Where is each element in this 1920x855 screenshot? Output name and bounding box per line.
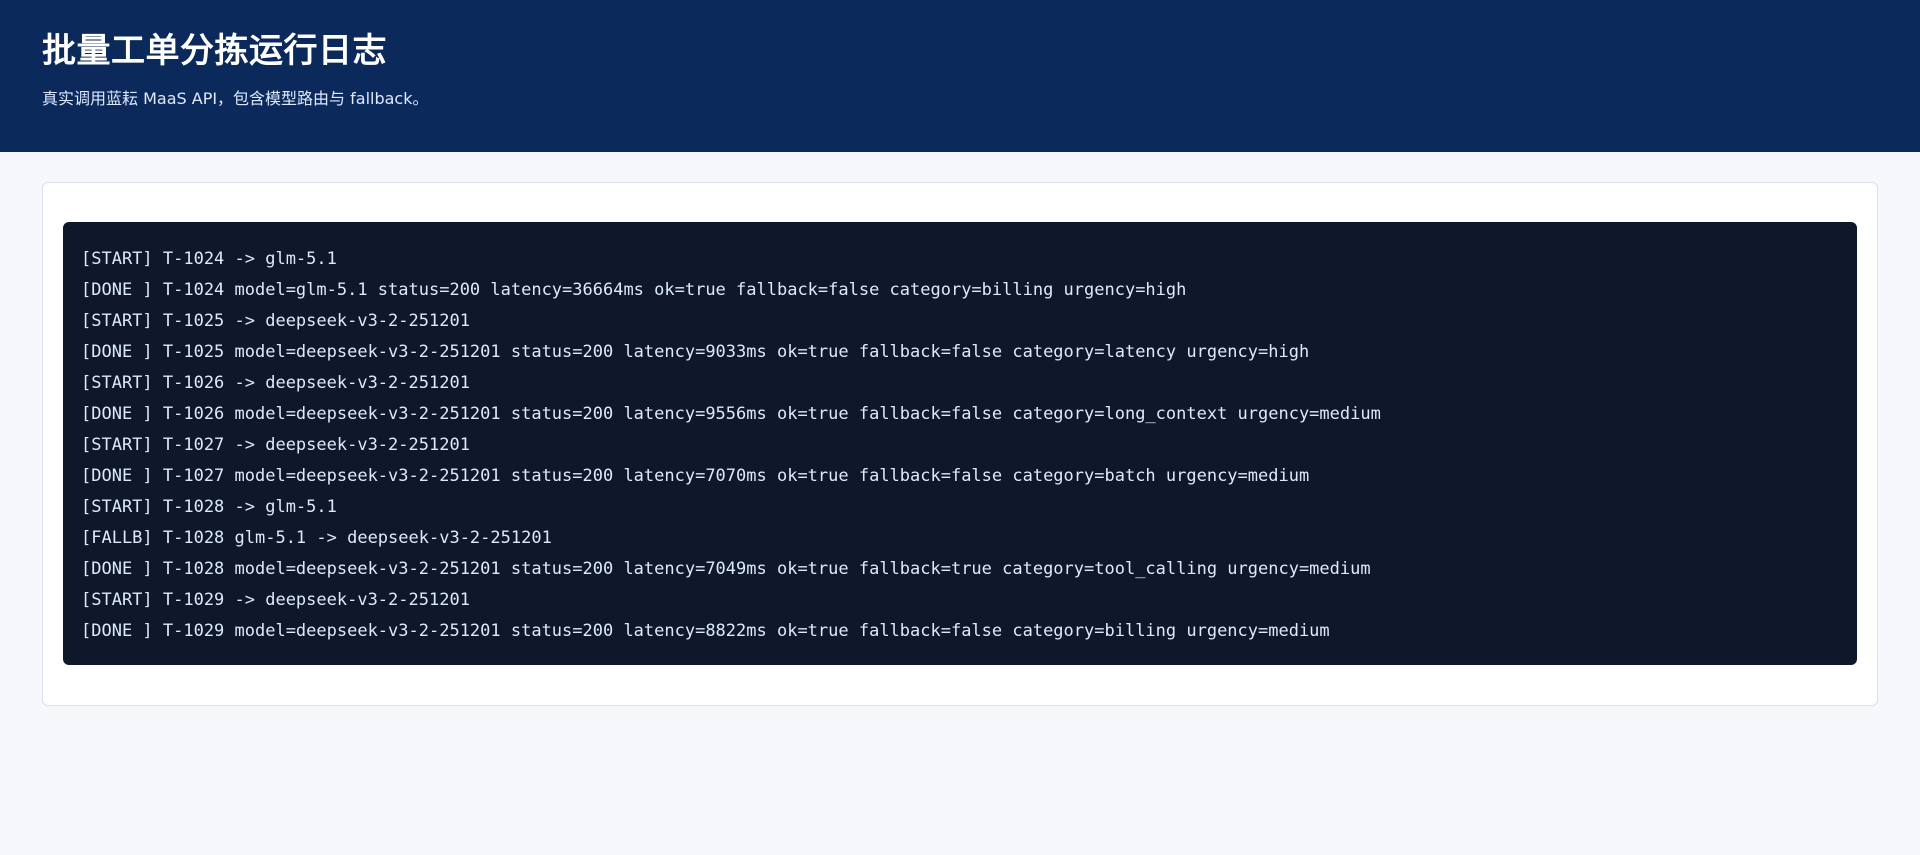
log-line-13: [DONE ] T-1029 model=deepseek-v3-2-25120… [81,621,1330,641]
main-content: [START] T-1024 -> glm-5.1 [DONE ] T-1024… [0,152,1920,706]
log-line-6: [DONE ] T-1026 model=deepseek-v3-2-25120… [81,404,1381,424]
log-line-5: [START] T-1026 -> deepseek-v3-2-251201 [81,373,470,393]
page-subtitle: 真实调用蓝耘 MaaS API，包含模型路由与 fallback。 [42,89,429,108]
log-line-9: [START] T-1028 -> glm-5.1 [81,497,337,517]
log-line-7: [START] T-1027 -> deepseek-v3-2-251201 [81,435,470,455]
log-line-1: [START] T-1024 -> glm-5.1 [81,249,337,269]
log-line-4: [DONE ] T-1025 model=deepseek-v3-2-25120… [81,342,1310,362]
log-line-2: [DONE ] T-1024 model=glm-5.1 status=200 … [81,280,1187,300]
page-header: 批量工单分拣运行日志 真实调用蓝耘 MaaS API，包含模型路由与 fallb… [0,0,1920,152]
page-title: 批量工单分拣运行日志 [42,31,387,71]
log-line-3: [START] T-1025 -> deepseek-v3-2-251201 [81,311,470,331]
log-terminal: [START] T-1024 -> glm-5.1 [DONE ] T-1024… [63,222,1857,665]
log-panel: [START] T-1024 -> glm-5.1 [DONE ] T-1024… [42,182,1878,706]
log-line-10: [FALLB] T-1028 glm-5.1 -> deepseek-v3-2-… [81,528,552,548]
log-line-12: [START] T-1029 -> deepseek-v3-2-251201 [81,590,470,610]
log-line-8: [DONE ] T-1027 model=deepseek-v3-2-25120… [81,466,1310,486]
log-line-11: [DONE ] T-1028 model=deepseek-v3-2-25120… [81,559,1371,579]
